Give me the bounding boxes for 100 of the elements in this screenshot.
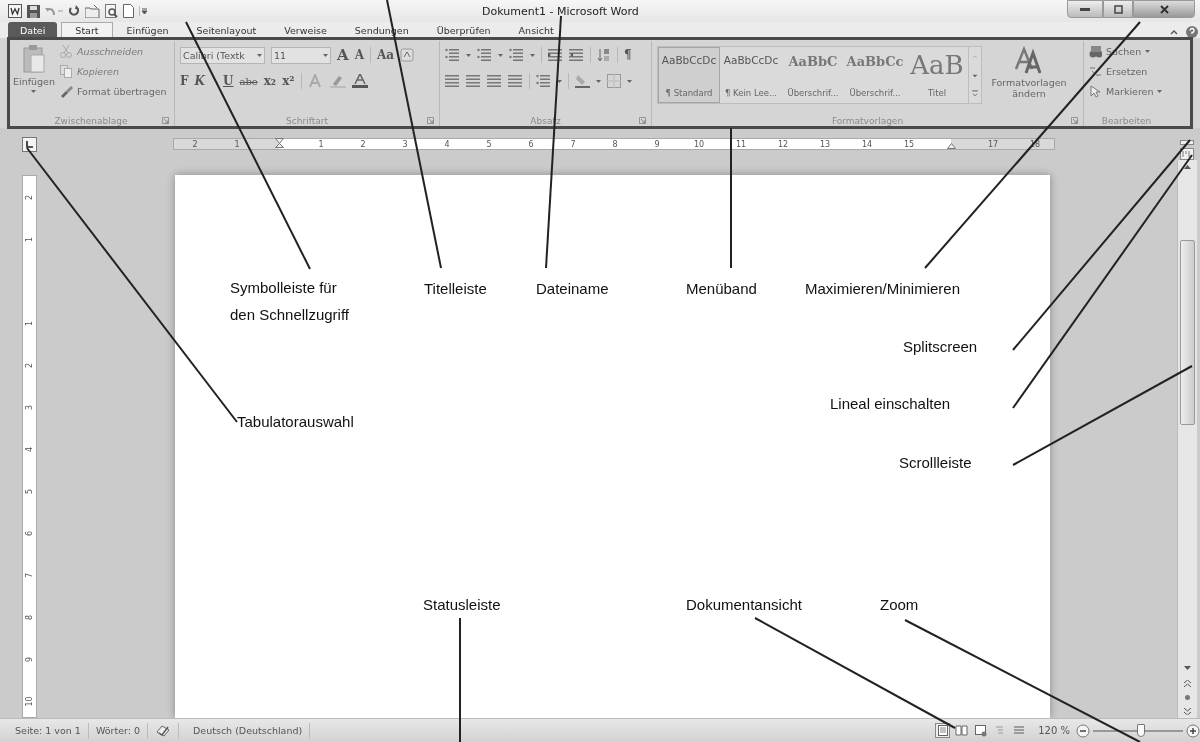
align-center-icon[interactable] [466,74,481,88]
shrink-font-button[interactable]: A [354,48,364,62]
zoom-in-button[interactable] [1186,723,1200,738]
italic-button[interactable]: K [194,74,205,88]
subscript-button[interactable]: x₂ [263,74,277,88]
ribbon-tab[interactable]: Ansicht [504,22,568,38]
change-styles-button[interactable]: Formatvorlagen ändern [987,77,1071,99]
browse-object-icon[interactable] [1184,693,1191,701]
collapse-ribbon-icon[interactable] [1170,29,1178,35]
font-color-icon[interactable] [351,74,368,88]
callout-label: Titelleiste [424,279,487,299]
zoom-out-button[interactable] [1076,723,1090,738]
style-item[interactable]: AaBbC Überschrif... [782,47,844,103]
tab-selector-button[interactable] [22,136,37,152]
ruler-number: 1 [318,139,324,149]
zoom-level[interactable]: 120 % [1038,725,1070,736]
ruler-toggle-icon[interactable] [1180,148,1194,160]
help-icon[interactable] [1186,26,1198,38]
change-case-button[interactable]: Aa [376,48,395,62]
grow-font-button[interactable]: A [337,46,349,64]
ruler-number: 4 [25,446,34,452]
ribbon-tab[interactable]: Start [61,22,113,38]
bold-button[interactable]: F [180,74,189,88]
justify-icon[interactable] [508,74,523,88]
folder-icon[interactable] [85,4,100,18]
page-count[interactable]: Seite: 1 von 1 [8,722,89,739]
slider-thumb[interactable] [1136,723,1145,737]
customize-icon[interactable] [139,5,148,17]
align-right-icon[interactable] [487,74,502,88]
numbering-icon[interactable] [477,48,492,62]
ruler-number: 2 [25,194,34,200]
dialog-launcher-icon[interactable] [427,117,434,124]
increase-indent-icon[interactable] [569,48,584,62]
style-item[interactable]: AaB Titel [906,47,968,103]
ribbon-tab[interactable]: Überprüfen [422,22,505,38]
bullets-icon[interactable] [445,48,460,62]
redo-icon[interactable] [68,5,80,17]
print-preview-icon[interactable] [105,4,118,18]
style-item[interactable]: AaBbCcDc ¶ Standard [658,47,720,103]
ribbon-tab[interactable]: Einfügen [112,22,183,38]
scroll-up-icon[interactable] [1184,165,1191,169]
new-document-icon[interactable] [123,4,134,18]
style-item[interactable]: AaBbCc Überschrif... [844,47,906,103]
dialog-launcher-icon[interactable] [1071,117,1078,124]
caret-icon[interactable] [557,79,562,83]
scroll-thumb[interactable] [1180,240,1195,425]
ruler-number: 8 [25,614,34,620]
style-sample: AaB [910,54,964,76]
superscript-button[interactable]: x² [282,74,295,88]
split-handle-icon[interactable] [1180,140,1194,145]
proofing-icon[interactable] [155,724,172,737]
view-button[interactable] [935,723,951,738]
command-button[interactable]: Markieren [1089,83,1163,100]
group-title: Formatvorlagen [831,116,904,126]
callout-label: Maximieren/Minimieren [805,279,961,299]
callout-label: Statusleiste [423,595,501,615]
language-indicator[interactable]: Deutsch (Deutschland) [179,722,311,739]
indent-marker-icon[interactable] [274,138,284,150]
clear-formatting-icon[interactable] [400,48,415,62]
command-button[interactable]: Ersetzen [1089,63,1163,80]
ruler-number: 7 [570,139,576,149]
strikethrough-button[interactable]: abe [239,75,258,87]
callout-label: Lineal einschalten [830,394,951,414]
previous-page-icon[interactable] [1184,679,1191,687]
paste-button[interactable]: Einfügen [13,41,55,114]
scrollbar[interactable] [1177,160,1197,718]
command-button[interactable]: Format übertragen [59,83,167,100]
print-view-icon [936,724,950,737]
ruler-number: 13 [819,139,831,149]
save-icon[interactable] [27,4,40,18]
window-title: Dokument1 - Microsoft Word [482,4,639,18]
minimize-button[interactable] [1067,0,1103,18]
restore-button[interactable] [1103,0,1133,18]
show-marks-button[interactable]: ¶ [624,48,632,62]
word-logo-icon[interactable] [8,4,22,18]
ruler-number: 5 [25,488,34,494]
undo-icon[interactable] [45,5,63,17]
ruler-number: 5 [486,139,492,149]
underline-button[interactable]: U [222,74,234,88]
sort-icon[interactable] [597,48,611,62]
style-sample: AaBbC [788,54,838,69]
style-item[interactable]: AaBbCcDc ¶ Kein Lee... [720,47,782,103]
styles-icon[interactable] [1014,45,1044,75]
align-left-icon[interactable] [445,74,460,88]
line-spacing-icon[interactable] [536,74,551,88]
scroll-down-icon[interactable] [1184,665,1191,673]
ribbon-tab[interactable]: Verweise [270,22,341,38]
file-tab[interactable]: Datei [8,22,58,38]
multilevel-list-icon[interactable] [509,48,524,62]
close-button[interactable] [1133,0,1195,18]
ribbon-tab[interactable]: Seitenlayout [182,22,271,38]
word-count[interactable]: Wörter: 0 [88,722,149,739]
dialog-launcher-icon[interactable] [639,117,646,124]
replace-icon [1089,65,1102,78]
next-page-icon[interactable] [1184,707,1191,715]
dialog-launcher-icon[interactable] [162,117,169,124]
font-size-field[interactable]: 11 [271,46,331,64]
shading-icon[interactable] [575,74,590,88]
indent-marker-icon[interactable] [946,143,956,149]
decrease-indent-icon[interactable] [548,48,563,62]
